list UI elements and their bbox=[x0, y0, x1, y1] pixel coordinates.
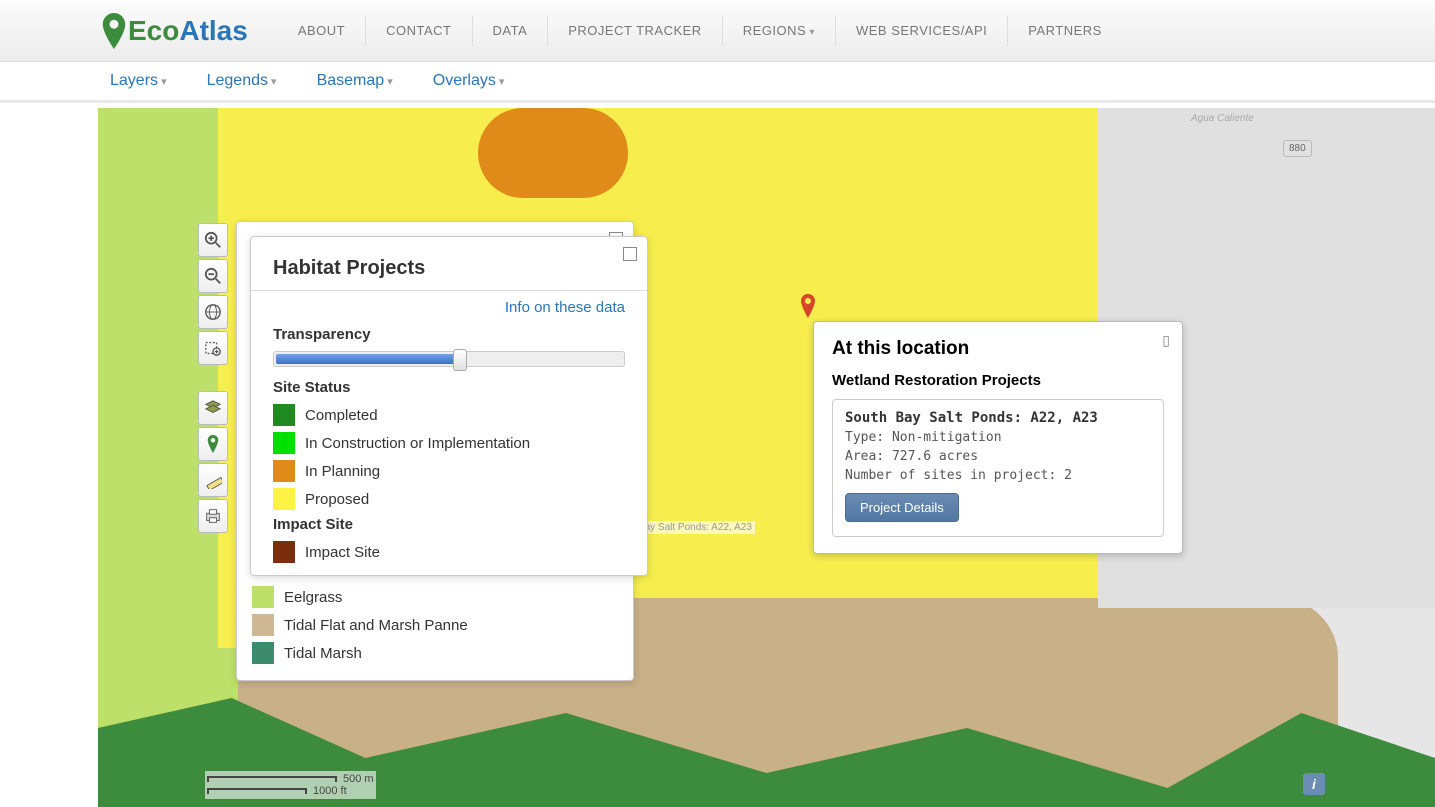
subnav-overlays[interactable]: Overlays bbox=[433, 72, 505, 90]
swatch-icon bbox=[252, 614, 274, 636]
zoom-extent-button[interactable] bbox=[198, 331, 228, 365]
transparency-slider[interactable] bbox=[273, 351, 625, 367]
subnav-basemap[interactable]: Basemap bbox=[317, 72, 393, 90]
project-type: Type: Non-mitigation bbox=[845, 430, 1151, 445]
legend-title: Habitat Projects bbox=[273, 257, 625, 280]
project-details-button[interactable]: Project Details bbox=[845, 493, 959, 522]
nav-items: ABOUT CONTACT DATA PROJECT TRACKER REGIO… bbox=[278, 16, 1122, 46]
street-label: Agua Caliente bbox=[1188, 112, 1257, 125]
slider-handle[interactable] bbox=[453, 349, 467, 371]
swatch-icon bbox=[273, 432, 295, 454]
top-navbar: EcoAtlas ABOUT CONTACT DATA PROJECT TRAC… bbox=[0, 0, 1435, 62]
site-status-label: Site Status bbox=[273, 379, 625, 396]
popup-close-icon[interactable]: ▯ bbox=[1162, 332, 1170, 349]
logo-atlas: Atlas bbox=[179, 15, 247, 47]
location-popup: ▯ At this location Wetland Restoration P… bbox=[813, 321, 1183, 554]
swatch-icon bbox=[273, 460, 295, 482]
logo-pin-icon bbox=[100, 13, 128, 49]
zoom-in-button[interactable] bbox=[198, 223, 228, 257]
legend-row-tidal-marsh: Tidal Marsh bbox=[252, 642, 618, 664]
logo[interactable]: EcoAtlas bbox=[100, 13, 248, 49]
print-button[interactable] bbox=[198, 499, 228, 533]
nav-partners[interactable]: PARTNERS bbox=[1007, 16, 1122, 46]
legend-panel-habitat: Habitat Projects Info on these data Tran… bbox=[250, 236, 648, 576]
project-name: South Bay Salt Ponds: A22, A23 bbox=[845, 410, 1151, 426]
popup-card: South Bay Salt Ponds: A22, A23 Type: Non… bbox=[832, 399, 1164, 537]
nav-about[interactable]: ABOUT bbox=[278, 16, 365, 46]
subnav-layers[interactable]: Layers bbox=[110, 72, 167, 90]
swatch-icon bbox=[273, 541, 295, 563]
project-sites: Number of sites in project: 2 bbox=[845, 468, 1151, 483]
swatch-icon bbox=[273, 404, 295, 426]
popup-title: At this location bbox=[832, 338, 1164, 360]
nav-regions[interactable]: REGIONS bbox=[722, 16, 835, 46]
swatch-icon bbox=[252, 642, 274, 664]
logo-eco: Eco bbox=[128, 15, 179, 47]
route-shield: 880 bbox=[1283, 140, 1312, 157]
scale-bar: 500 m 1000 ft bbox=[205, 771, 376, 799]
map-info-button[interactable]: i bbox=[1303, 773, 1325, 795]
project-area: Area: 727.6 acres bbox=[845, 449, 1151, 464]
map-marker-icon[interactable] bbox=[800, 294, 816, 318]
locate-button[interactable] bbox=[198, 427, 228, 461]
legend-row-tidal-flat: Tidal Flat and Marsh Panne bbox=[252, 614, 618, 636]
nav-api[interactable]: WEB SERVICES/API bbox=[835, 16, 1007, 46]
legend-row-planning: In Planning bbox=[273, 460, 625, 482]
legend-row-proposed: Proposed bbox=[273, 488, 625, 510]
zoom-out-button[interactable] bbox=[198, 259, 228, 293]
map-canvas[interactable]: 880 Agua Caliente South Bay Salt Ponds: … bbox=[98, 108, 1435, 807]
globe-button[interactable] bbox=[198, 295, 228, 329]
map-toolbar-tools bbox=[198, 391, 228, 533]
layers-button[interactable] bbox=[198, 391, 228, 425]
impact-site-heading: Impact Site bbox=[273, 516, 625, 533]
legend-row-eelgrass: Eelgrass bbox=[252, 586, 618, 608]
close-icon[interactable] bbox=[623, 247, 637, 261]
nav-data[interactable]: DATA bbox=[472, 16, 548, 46]
nav-contact[interactable]: CONTACT bbox=[365, 16, 471, 46]
nav-project-tracker[interactable]: PROJECT TRACKER bbox=[547, 16, 721, 46]
legend-row-construction: In Construction or Implementation bbox=[273, 432, 625, 454]
transparency-label: Transparency bbox=[273, 326, 625, 343]
subnav-legends[interactable]: Legends bbox=[207, 72, 277, 90]
swatch-icon bbox=[252, 586, 274, 608]
measure-button[interactable] bbox=[198, 463, 228, 497]
info-link[interactable]: Info on these data bbox=[273, 299, 625, 316]
legend-row-completed: Completed bbox=[273, 404, 625, 426]
popup-subtitle: Wetland Restoration Projects bbox=[832, 372, 1164, 389]
sub-navbar: Layers Legends Basemap Overlays bbox=[0, 62, 1435, 103]
legend-row-impact: Impact Site bbox=[273, 541, 625, 563]
swatch-icon bbox=[273, 488, 295, 510]
map-toolbar-zoom bbox=[198, 223, 228, 365]
